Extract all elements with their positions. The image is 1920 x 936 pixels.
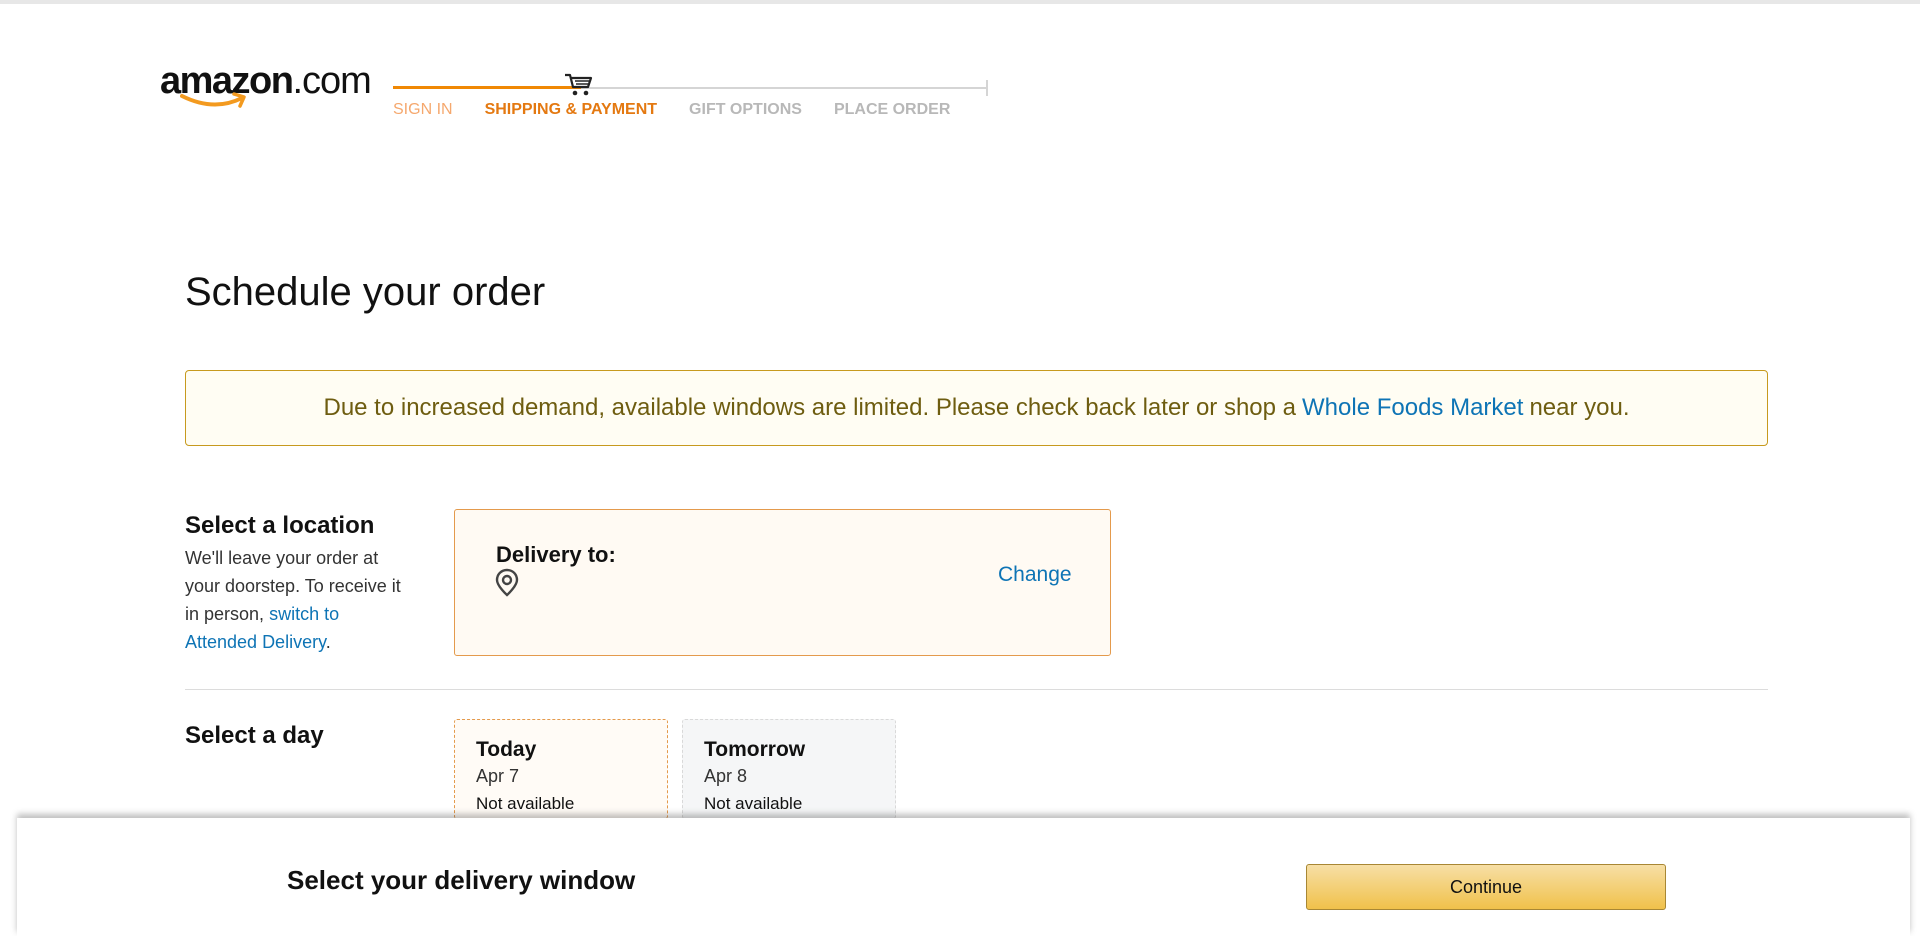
top-border xyxy=(0,0,1920,4)
location-description: We'll leave your order at your doorstep.… xyxy=(185,548,401,652)
cart-icon xyxy=(565,73,593,96)
day-name: Today xyxy=(476,738,537,761)
day-option-tomorrow[interactable]: Tomorrow Apr 8 Not available xyxy=(682,719,896,819)
select-day-heading: Select a day xyxy=(185,722,324,749)
day-date: Apr 7 xyxy=(476,766,520,786)
progress-end-tick xyxy=(986,80,988,96)
section-divider xyxy=(185,689,1768,690)
day-status: Not available xyxy=(476,794,575,813)
day-status: Not available xyxy=(704,794,803,813)
progress-fill xyxy=(393,86,581,89)
day-date: Apr 8 xyxy=(704,766,748,786)
change-address-link[interactable]: Change xyxy=(998,563,1072,587)
day-option-today[interactable]: Today Apr 7 Not available xyxy=(454,719,668,819)
step-gift-options: GIFT OPTIONS xyxy=(689,101,802,118)
alert-text-end: near you. xyxy=(1529,394,1630,421)
step-shipping-payment: SHIPPING & PAYMENT xyxy=(484,101,658,118)
delivery-address-card: Delivery to: Change xyxy=(454,509,1111,656)
continue-button[interactable]: Continue xyxy=(1306,864,1666,910)
delivery-to-label: Delivery to: xyxy=(496,542,616,567)
checkout-progress: SIGN IN SHIPPING & PAYMENT GIFT OPTIONS … xyxy=(393,70,993,130)
demand-alert: Due to increased demand, available windo… xyxy=(185,370,1768,446)
logo-smile-icon xyxy=(180,92,246,108)
alert-text: Due to increased demand, available windo… xyxy=(323,394,1297,421)
whole-foods-link[interactable]: Whole Foods Market xyxy=(1302,394,1523,422)
amazon-logo[interactable]: amazon.com xyxy=(160,60,372,122)
step-sign-in: SIGN IN xyxy=(393,101,453,118)
delivery-window-prompt: Select your delivery window xyxy=(287,865,636,895)
step-place-order: PLACE ORDER xyxy=(833,101,951,118)
page-title: Schedule your order xyxy=(185,270,546,314)
sticky-footer-bar: Select your delivery window Continue xyxy=(17,818,1910,936)
day-name: Tomorrow xyxy=(704,738,806,761)
location-pin-icon xyxy=(495,568,519,597)
progress-steps: SIGN IN SHIPPING & PAYMENT GIFT OPTIONS … xyxy=(393,101,982,119)
logo-suffix: .com xyxy=(292,60,371,102)
select-location-heading: Select a location xyxy=(185,512,375,539)
